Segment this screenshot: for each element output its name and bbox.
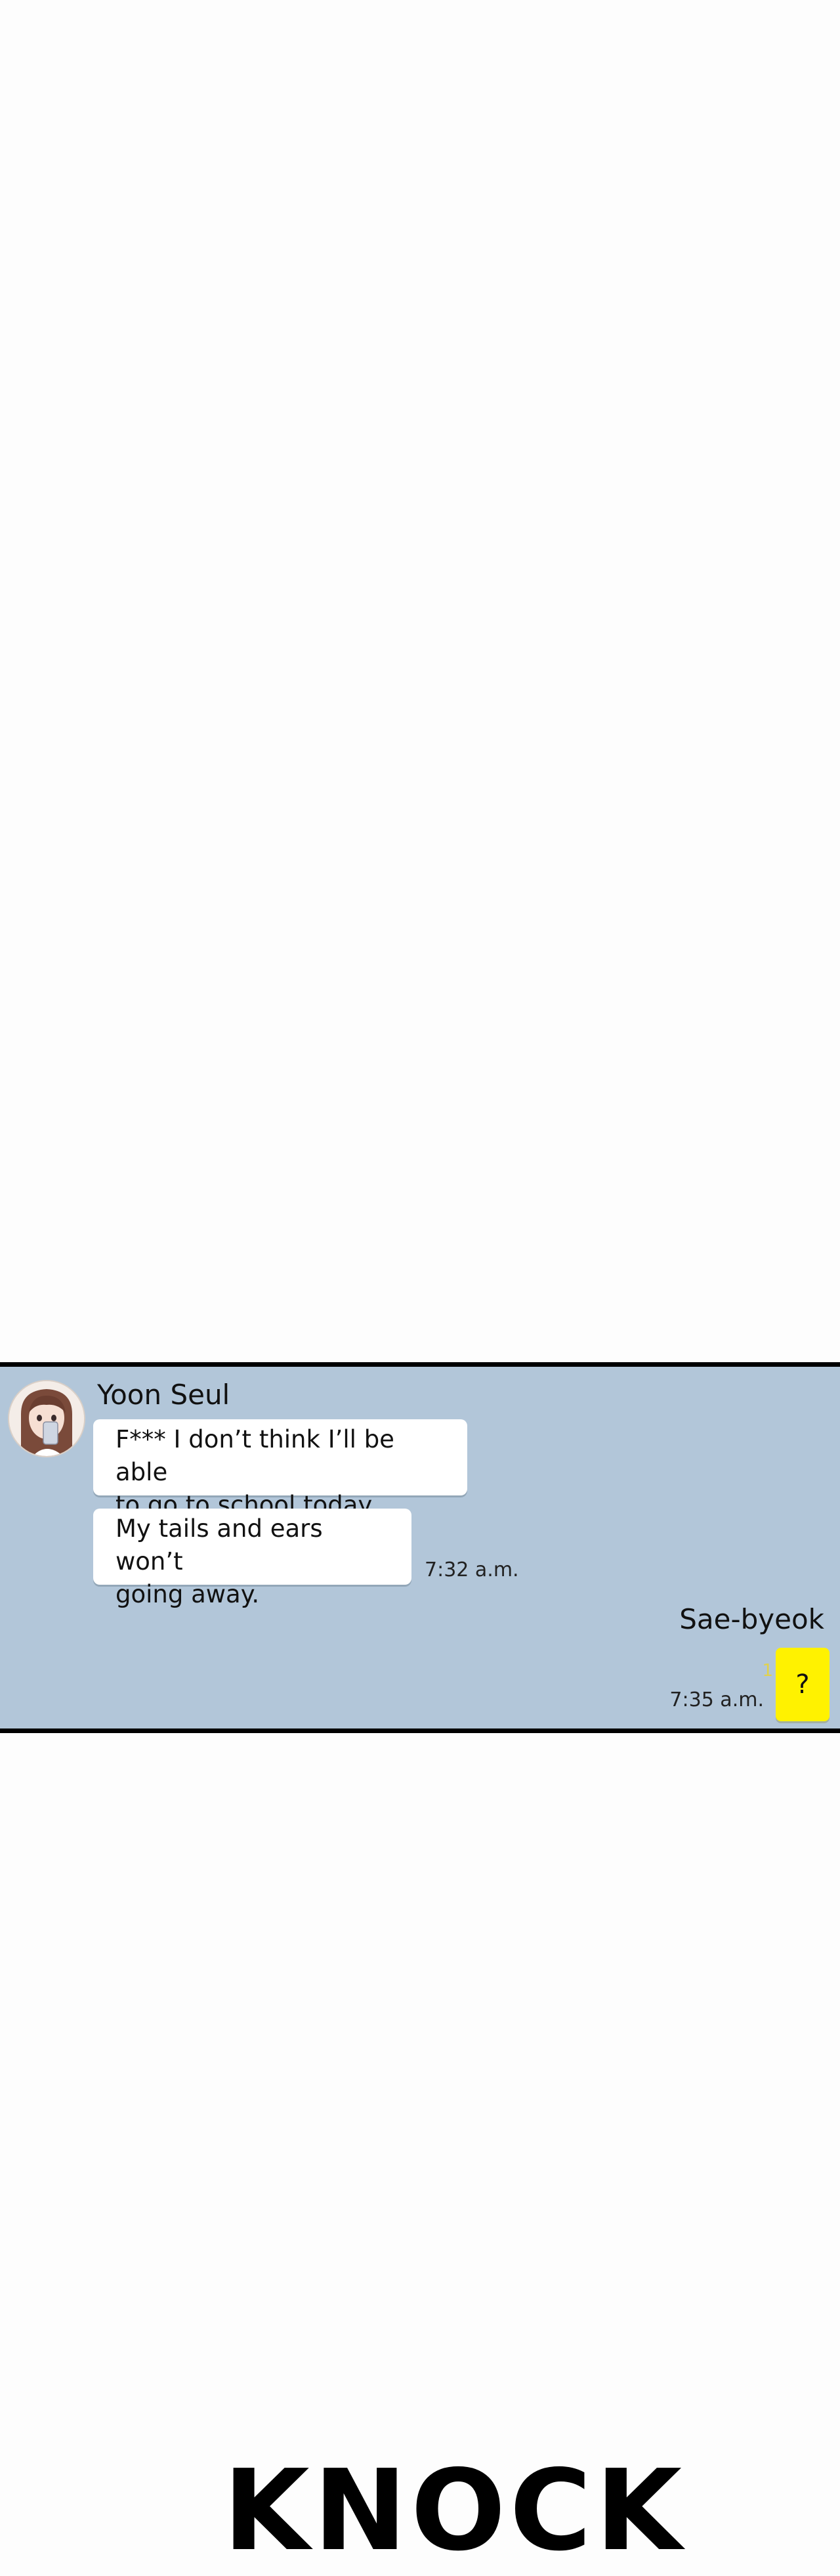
sound-effect-text: KNOCK: [223, 2446, 686, 2576]
avatar[interactable]: [8, 1380, 85, 1457]
incoming-timestamp: 7:32 a.m.: [425, 1558, 519, 1581]
outgoing-message-bubble[interactable]: ?: [776, 1648, 830, 1721]
unread-count-badge: 1: [762, 1661, 773, 1681]
message-line: F*** I don’t think I’ll be able: [116, 1425, 394, 1486]
chat-panel: Yoon Seul F*** I don’t think I’ll be abl…: [0, 1362, 840, 1733]
avatar-portrait-icon: [9, 1381, 84, 1456]
incoming-message-bubble[interactable]: My tails and ears won’t going away.: [93, 1509, 411, 1608]
incoming-sender-name: Yoon Seul: [97, 1379, 230, 1411]
outgoing-timestamp: 7:35 a.m.: [669, 1688, 764, 1711]
outgoing-sender-name: Sae-byeok: [679, 1603, 824, 1635]
message-line: My tails and ears won’t: [116, 1514, 323, 1576]
message-text: ?: [795, 1669, 810, 1700]
message-line: going away.: [116, 1580, 260, 1608]
incoming-message-bubble[interactable]: F*** I don’t think I’ll be able to go to…: [93, 1419, 467, 1519]
